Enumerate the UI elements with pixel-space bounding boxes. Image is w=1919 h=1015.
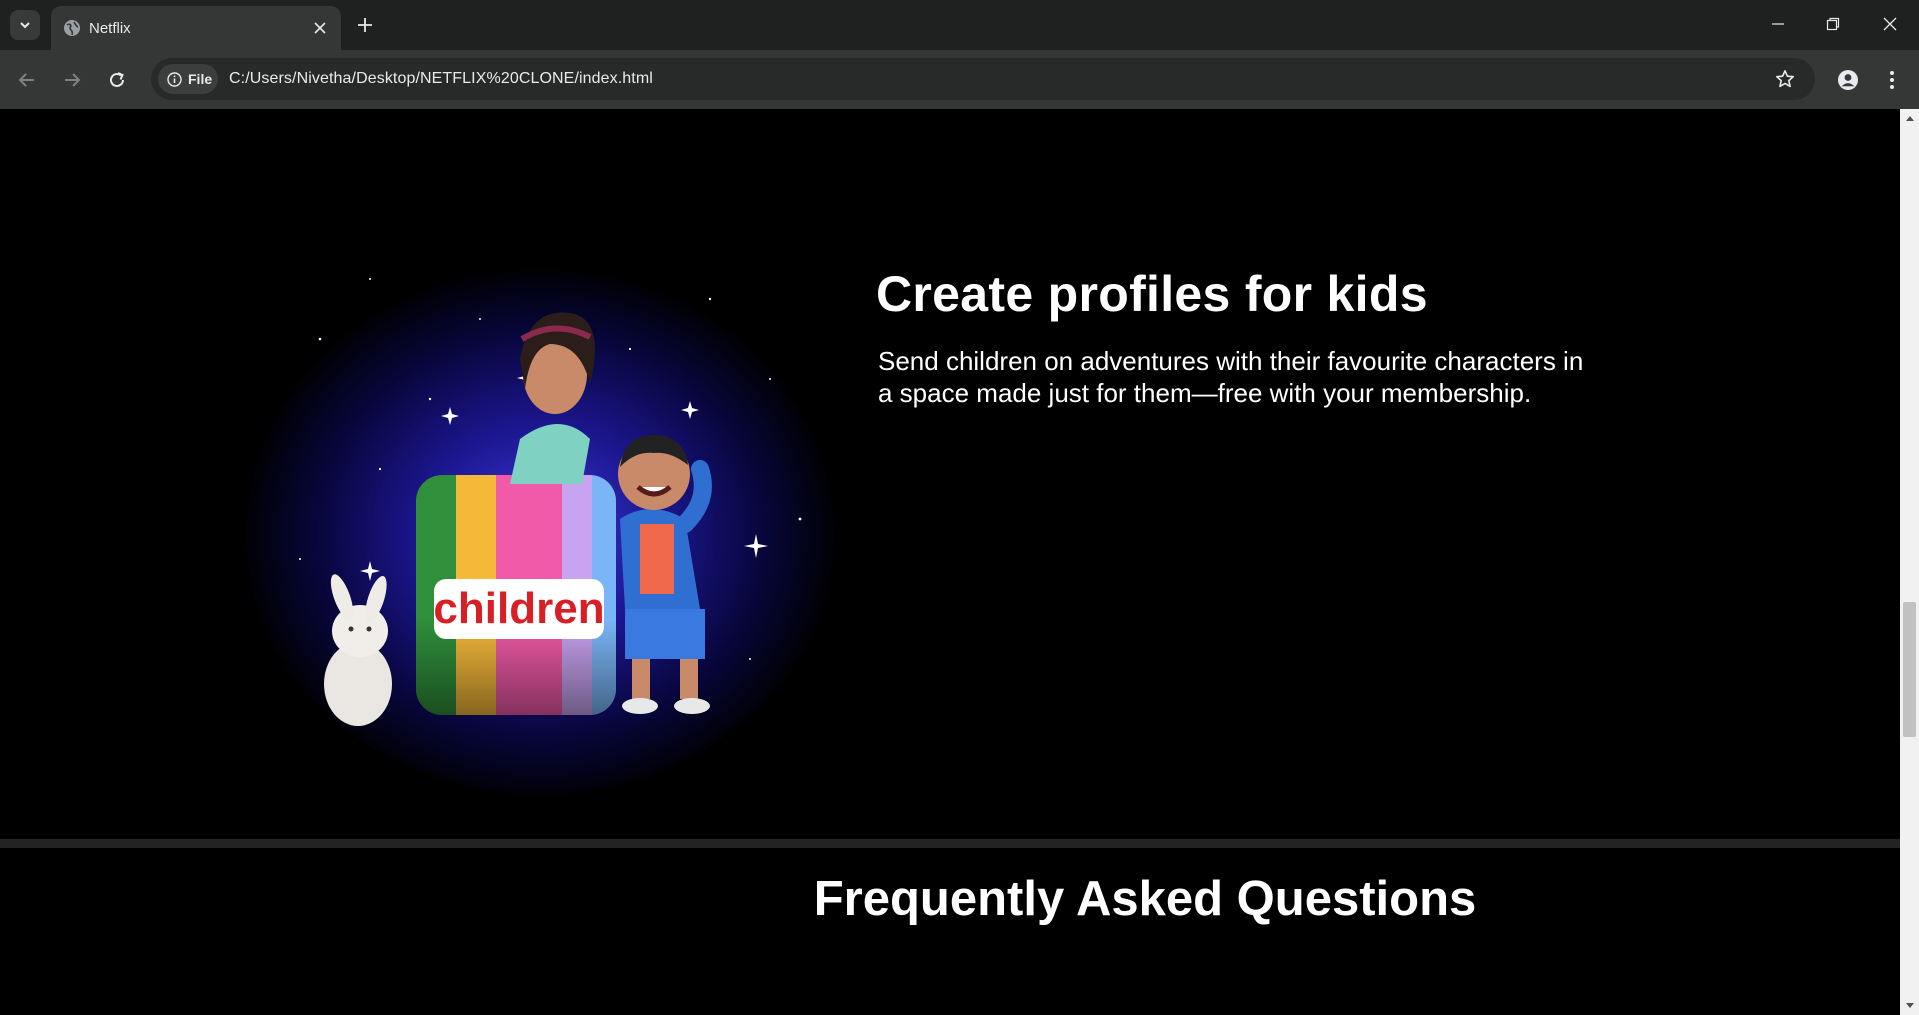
- kids-profile-illustration: children: [240, 254, 840, 794]
- reload-button[interactable]: [101, 64, 133, 96]
- window-close-button[interactable]: [1870, 7, 1910, 41]
- tab-title: Netflix: [89, 20, 131, 37]
- page-viewport: children Create profiles for kids Send c…: [0, 109, 1900, 1015]
- globe-icon: [64, 20, 80, 36]
- scroll-down-icon: [1905, 1003, 1914, 1008]
- forward-arrow-icon: [65, 73, 81, 87]
- kids-section-heading: Create profiles for kids: [876, 266, 1428, 322]
- plus-icon: [358, 18, 372, 32]
- scroll-up-icon: [1905, 116, 1914, 121]
- star-icon: [1776, 70, 1794, 88]
- tab-strip: Netflix: [0, 0, 1919, 50]
- bookmark-button[interactable]: [1773, 67, 1797, 91]
- active-tab[interactable]: Netflix: [51, 6, 341, 50]
- faq-heading: Frequently Asked Questions: [813, 872, 1477, 926]
- kebab-menu-icon: [1890, 71, 1894, 89]
- profile-icon: [1838, 70, 1858, 90]
- kids-section-description: Send children on adventures with their f…: [878, 346, 1584, 408]
- reload-icon: [110, 72, 124, 87]
- scroll-down-button[interactable]: [1900, 999, 1919, 1013]
- scrollbar-thumb[interactable]: [1903, 602, 1916, 737]
- restore-button[interactable]: [1813, 7, 1853, 41]
- browser-toolbar: File C:/Users/Nivetha/Desktop/NETFLIX%20…: [0, 50, 1919, 109]
- browser-menu-button[interactable]: [1878, 64, 1906, 96]
- address-bar[interactable]: File C:/Users/Nivetha/Desktop/NETFLIX%20…: [151, 58, 1815, 100]
- minimize-button[interactable]: [1758, 7, 1798, 41]
- site-info-label: File: [188, 71, 213, 87]
- minimize-icon: [1772, 23, 1784, 25]
- restore-icon: [1826, 17, 1840, 31]
- badge-label-text: children: [433, 584, 604, 633]
- window-close-icon: [1883, 17, 1897, 31]
- close-icon: [314, 22, 326, 34]
- site-info-chip[interactable]: File: [158, 64, 218, 94]
- back-button[interactable]: [11, 64, 43, 96]
- tab-search-icon: [20, 22, 30, 29]
- page-scrollbar[interactable]: [1900, 109, 1919, 1015]
- back-arrow-icon: [18, 73, 34, 87]
- section-divider: [0, 839, 1900, 848]
- scroll-up-button[interactable]: [1900, 111, 1919, 125]
- profile-button[interactable]: [1832, 64, 1864, 96]
- tab-close-button[interactable]: [309, 17, 331, 39]
- tab-search-button[interactable]: [10, 10, 40, 40]
- url-text[interactable]: C:/Users/Nivetha/Desktop/NETFLIX%20CLONE…: [229, 70, 653, 88]
- new-tab-button[interactable]: [352, 12, 378, 38]
- info-icon: [167, 71, 182, 87]
- forward-button[interactable]: [56, 64, 88, 96]
